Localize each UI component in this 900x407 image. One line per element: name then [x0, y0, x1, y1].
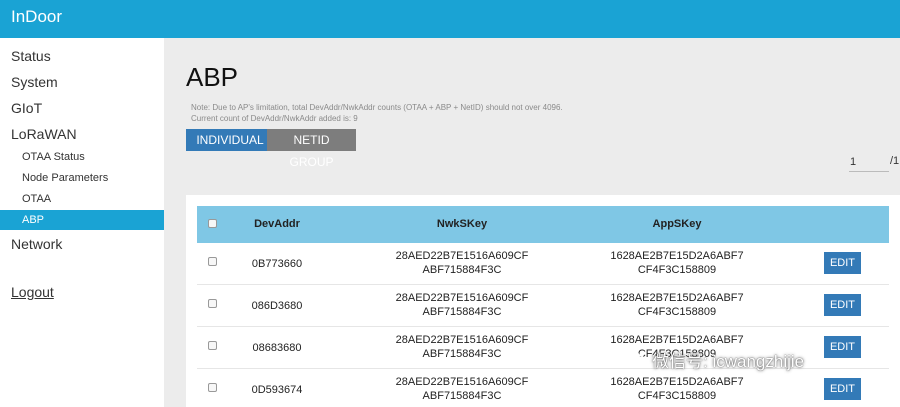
sidebar-item-lorawan[interactable]: LoRaWAN: [0, 123, 164, 145]
watermark: 微信号: icwangzhijie: [620, 345, 804, 373]
sidebar-item-network[interactable]: Network: [0, 233, 164, 255]
note-line-2: Current count of DevAddr/NwkAddr added i…: [191, 114, 358, 123]
nwkskey-cell: 28AED22B7E1516A609CF ABF715884F3C: [357, 375, 567, 403]
appskey-line-1: 1628AE2B7E15D2A6ABF7: [610, 292, 744, 304]
abp-table: DevAddr NwkSKey AppSKey 0B773660 28AED22…: [186, 195, 900, 407]
appskey-line-2: CF4F3C158809: [637, 264, 717, 276]
nwkskey-line-2: ABF715884F3C: [422, 264, 502, 276]
nwkskey-cell: 28AED22B7E1516A609CF ABF715884F3C: [357, 291, 567, 319]
nwkskey-line-1: 28AED22B7E1516A609CF: [395, 250, 529, 262]
edit-button[interactable]: EDIT: [824, 252, 861, 274]
edit-button[interactable]: EDIT: [824, 294, 861, 316]
sidebar-item-status[interactable]: Status: [0, 45, 164, 67]
netid-group-button[interactable]: NETID GROUP: [267, 129, 356, 169]
appskey-cell: 1628AE2B7E15D2A6ABF7 CF4F3C158809: [577, 291, 777, 319]
row-checkbox[interactable]: [208, 257, 217, 266]
watermark-text: 微信号: icwangzhijie: [652, 351, 805, 371]
page-total: /1: [890, 155, 900, 167]
page-title: ABP: [186, 62, 239, 92]
header-appskey[interactable]: AppSKey: [577, 206, 777, 243]
table-row: 0D593674 28AED22B7E1516A609CF ABF715884F…: [197, 369, 889, 407]
row-checkbox[interactable]: [208, 341, 217, 350]
row-checkbox[interactable]: [208, 383, 217, 392]
devaddr-cell: 0B773660: [251, 258, 303, 270]
table-row: 086D3680 28AED22B7E1516A609CF ABF715884F…: [197, 285, 889, 327]
nwkskey-line-2: ABF715884F3C: [422, 306, 502, 318]
sidebar-item-node-parameters[interactable]: Node Parameters: [0, 168, 164, 188]
appskey-line-2: CF4F3C158809: [637, 390, 717, 402]
devaddr-cell: 0D593674: [251, 384, 303, 396]
brand-title[interactable]: InDoor: [11, 7, 62, 27]
devaddr-cell: 08683680: [252, 342, 302, 354]
table-row: 0B773660 28AED22B7E1516A609CF ABF715884F…: [197, 243, 889, 285]
nwkskey-line-1: 28AED22B7E1516A609CF: [395, 334, 529, 346]
sidebar-item-otaa-status[interactable]: OTAA Status: [0, 147, 164, 167]
nwkskey-line-2: ABF715884F3C: [422, 390, 502, 402]
devaddr-cell: 086D3680: [251, 300, 303, 312]
header-devaddr[interactable]: DevAddr: [237, 206, 317, 243]
sidebar-item-otaa[interactable]: OTAA: [0, 189, 164, 209]
sidebar: Status System GIoT LoRaWAN OTAA Status N…: [0, 38, 164, 407]
nwkskey-cell: 28AED22B7E1516A609CF ABF715884F3C: [357, 249, 567, 277]
row-checkbox[interactable]: [208, 299, 217, 308]
edit-button[interactable]: EDIT: [824, 336, 861, 358]
nwkskey-line-1: 28AED22B7E1516A609CF: [395, 376, 529, 388]
appskey-cell: 1628AE2B7E15D2A6ABF7 CF4F3C158809: [577, 375, 777, 403]
nwkskey-line-2: ABF715884F3C: [422, 348, 502, 360]
limit-note: Note: Due to AP's limitation, total DevA…: [191, 102, 563, 124]
header-nwkskey[interactable]: NwkSKey: [357, 206, 567, 243]
appskey-line-1: 1628AE2B7E15D2A6ABF7: [610, 250, 744, 262]
appskey-line-1: 1628AE2B7E15D2A6ABF7: [610, 376, 744, 388]
appskey-line-2: CF4F3C158809: [637, 306, 717, 318]
sidebar-item-giot[interactable]: GIoT: [0, 97, 164, 119]
appskey-cell: 1628AE2B7E15D2A6ABF7 CF4F3C158809: [577, 249, 777, 277]
sidebar-item-logout[interactable]: Logout: [0, 281, 164, 303]
table-header-row: DevAddr NwkSKey AppSKey: [197, 206, 889, 243]
sidebar-item-system[interactable]: System: [0, 71, 164, 93]
individual-button[interactable]: INDIVIDUAL: [186, 129, 274, 151]
note-line-1: Note: Due to AP's limitation, total DevA…: [191, 103, 563, 112]
wechat-icon: [620, 348, 646, 368]
edit-button[interactable]: EDIT: [824, 378, 861, 400]
nwkskey-cell: 28AED22B7E1516A609CF ABF715884F3C: [357, 333, 567, 361]
nwkskey-line-1: 28AED22B7E1516A609CF: [395, 292, 529, 304]
select-all-checkbox[interactable]: [208, 219, 217, 228]
page-number-input[interactable]: [849, 152, 889, 172]
top-bar: InDoor: [0, 0, 900, 38]
sidebar-item-abp[interactable]: ABP: [0, 210, 164, 230]
